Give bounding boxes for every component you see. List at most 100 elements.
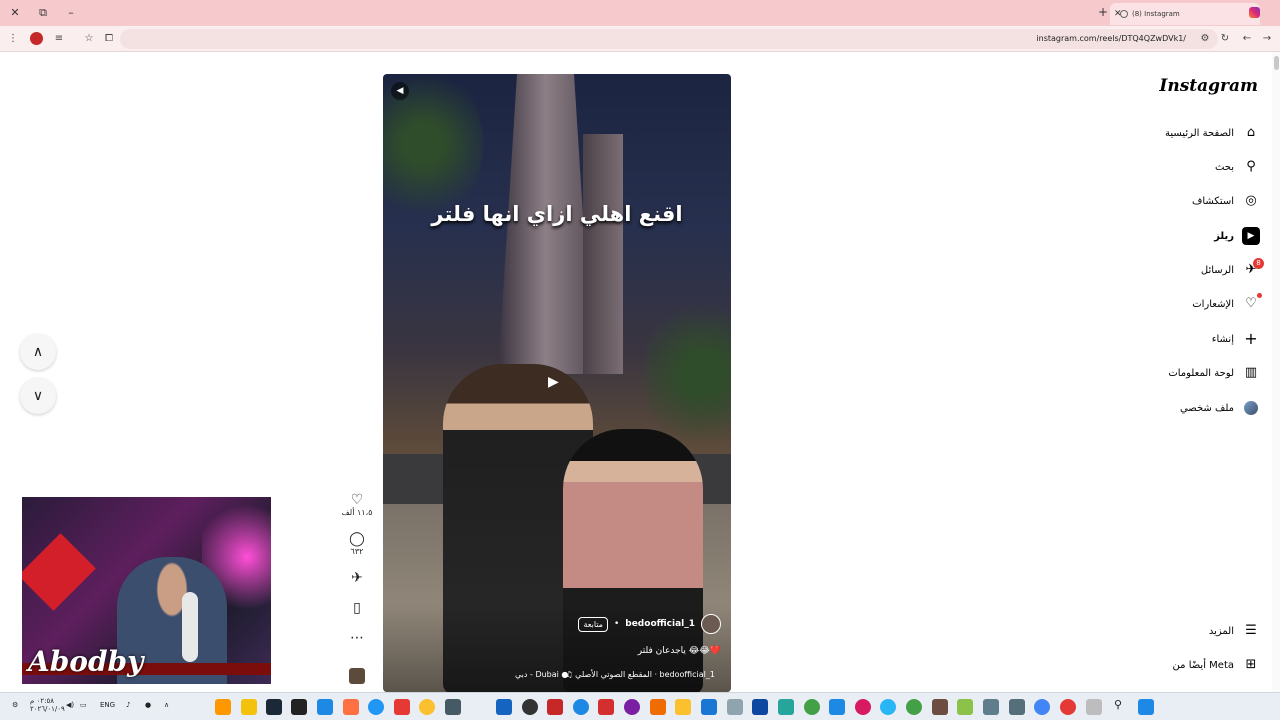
instagram-logo[interactable]: Instagram (1159, 76, 1258, 96)
url-text[interactable]: instagram.com/reels/DTQ4QZwDVk1/ (1036, 29, 1186, 49)
taskbar: ⚙ ٠٢:٥٨ م ٢٠٢٦/٠١/٠٩ ◀) ▭ ENG ♪ ● ∧ ⚲ (0, 692, 1280, 720)
new-tab-button[interactable]: + (1098, 3, 1108, 21)
app-icon-1[interactable] (215, 699, 231, 715)
nav-create[interactable]: + إنشاء (1060, 325, 1260, 353)
tab-title: (8) Instagram (1132, 10, 1180, 18)
app-icon-20[interactable] (829, 699, 845, 715)
close-window-icon[interactable]: ✕ (6, 4, 24, 22)
instagram-extension-icon[interactable] (1249, 7, 1260, 18)
previous-reel-button[interactable]: ∧ (20, 334, 56, 370)
app-icon-12[interactable] (573, 699, 589, 715)
reel-audio-label: المقطع الصوتي الأصلي · bedoofficial_1 (575, 670, 715, 679)
extension-icon[interactable] (30, 32, 43, 45)
app-icon-13[interactable] (598, 699, 614, 715)
volume-icon[interactable]: ◀) (66, 701, 74, 709)
share-icon[interactable]: ✈ (340, 570, 374, 586)
reading-list-icon[interactable]: ≡ (50, 30, 68, 48)
next-reel-button[interactable]: ∨ (20, 378, 56, 414)
comment-icon[interactable]: ◯ (340, 531, 374, 547)
plus-icon: + (1244, 329, 1258, 348)
folder-icon[interactable] (675, 699, 691, 715)
more-options-icon[interactable]: ⋯ (340, 630, 374, 646)
reel-audio[interactable]: ♫ المقطع الصوتي الأصلي · bedoofficial_1 (565, 670, 715, 679)
settings-icon[interactable]: ⚙ (12, 701, 18, 709)
browser-tab[interactable]: ✕ (8) Instagram (1110, 3, 1260, 25)
task-view-icon[interactable] (1086, 699, 1102, 715)
nav-more[interactable]: ☰ المزيد (1060, 617, 1260, 645)
app-icon-2[interactable] (241, 699, 257, 715)
forward-icon[interactable]: → (1258, 30, 1276, 48)
start-icon[interactable] (1138, 699, 1154, 715)
app-icon-22[interactable] (932, 699, 948, 715)
screenshot-icon[interactable]: ⧠ (100, 30, 118, 48)
app-icon-23[interactable] (957, 699, 973, 715)
back-icon[interactable]: ← (1238, 30, 1256, 48)
app-icon-15[interactable] (650, 699, 666, 715)
app-icon-8[interactable] (419, 699, 435, 715)
menu-dots-icon[interactable]: ⋮ (4, 30, 22, 48)
save-icon[interactable]: ▯ (340, 600, 374, 616)
audio-thumbnail[interactable] (349, 668, 365, 684)
site-settings-icon[interactable]: ⚙ (1196, 30, 1214, 48)
omnibox[interactable]: instagram.com/reels/DTQ4QZwDVk1/ ⚙ (120, 29, 1218, 49)
app-icon-16[interactable] (701, 699, 717, 715)
display-icon[interactable]: ▭ (80, 701, 87, 709)
tower (583, 134, 623, 374)
reel-video[interactable]: اقنع اهلي ازاي انها فلتر ◀ ▶ متابعة • be… (383, 74, 731, 692)
nav-search[interactable]: ⚲ بحث (1060, 153, 1260, 181)
mute-icon[interactable]: ◀ (391, 82, 409, 100)
clock[interactable]: ٠٢:٥٨ م ٢٠٢٦/٠١/٠٩ (30, 697, 65, 713)
app-icon-14[interactable] (624, 699, 640, 715)
mic-icon[interactable]: ♪ (126, 701, 130, 709)
like-icon[interactable]: ♡ (340, 492, 374, 508)
app-icon-19[interactable] (804, 699, 820, 715)
nav-reels[interactable]: ▶ ريلز (1060, 222, 1260, 250)
scrollbar-thumb[interactable] (1274, 56, 1279, 70)
tray-expand-icon[interactable]: ∧ (164, 701, 169, 709)
app-icon-25[interactable] (1009, 699, 1025, 715)
app-icon-10[interactable] (496, 699, 512, 715)
app-icon-9[interactable] (445, 699, 461, 715)
app-icon-3[interactable] (291, 699, 307, 715)
opera-icon[interactable] (1060, 699, 1076, 715)
reel-actions: ♡ ١١،٥ ألف ◯ ٦٣٢ ✈ ▯ ⋯ (340, 492, 374, 684)
minimize-window-icon[interactable]: – (62, 4, 80, 22)
nav-home[interactable]: ⌂ الصفحة الرئيسية (1060, 119, 1260, 147)
nav-explore[interactable]: ◎ استكشاف (1060, 187, 1260, 215)
restore-window-icon[interactable]: ⧉ (34, 4, 52, 22)
app-icon-17[interactable] (727, 699, 743, 715)
reel-location[interactable]: دبي - Dubai ● (515, 670, 568, 679)
nav-profile[interactable]: ملف شخصي (1060, 394, 1260, 422)
reel-username[interactable]: bedoofficial_1 (625, 619, 695, 629)
bookmark-star-icon[interactable]: ☆ (80, 30, 98, 48)
language-indicator[interactable]: ENG (100, 701, 115, 709)
nav-notifications[interactable]: ♡ الإشعارات (1060, 290, 1262, 318)
reload-icon[interactable]: ↻ (1216, 30, 1234, 48)
tray-app-icon[interactable]: ● (145, 701, 151, 709)
chrome-icon[interactable] (1034, 699, 1050, 715)
telegram-icon[interactable] (880, 699, 896, 715)
app-icon-5[interactable] (343, 699, 359, 715)
app-icon-21[interactable] (855, 699, 871, 715)
play-icon[interactable]: ▶ (548, 374, 559, 390)
notification-dot (1257, 293, 1262, 298)
app-icon-4[interactable] (317, 699, 333, 715)
chatgpt-icon[interactable] (522, 699, 538, 715)
nav-meta[interactable]: ⊞ أيضًا من Meta (1060, 651, 1260, 679)
app-icon-18[interactable] (778, 699, 794, 715)
app-icon-7[interactable] (394, 699, 410, 715)
address-bar: ⋮ ≡ ☆ ⧠ instagram.com/reels/DTQ4QZwDVk1/… (0, 26, 1280, 52)
reel-location-label: دبي - Dubai (515, 670, 559, 679)
app-icon-24[interactable] (983, 699, 999, 715)
nav-messages[interactable]: ✈ 8 الرسائل (1060, 256, 1264, 284)
page-scrollbar[interactable] (1272, 52, 1280, 692)
photoshop-icon[interactable] (752, 699, 768, 715)
reel-user-avatar[interactable] (701, 614, 721, 634)
nav-dashboard[interactable]: ▥ لوحة المعلومات (1060, 359, 1260, 387)
follow-button[interactable]: متابعة (578, 616, 608, 632)
search-taskbar-icon[interactable]: ⚲ (1114, 698, 1122, 711)
whatsapp-icon[interactable] (906, 699, 922, 715)
steam-icon[interactable] (266, 699, 282, 715)
app-icon-11[interactable] (547, 699, 563, 715)
app-icon-6[interactable] (368, 699, 384, 715)
